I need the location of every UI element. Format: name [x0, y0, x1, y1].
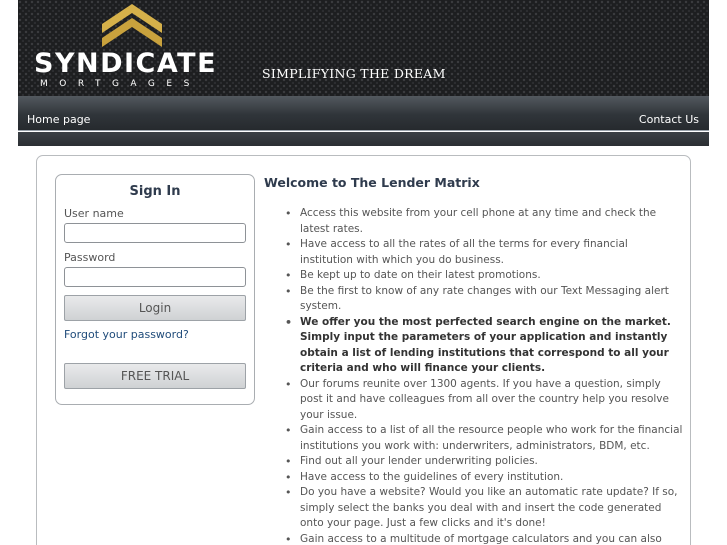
welcome-heading: Welcome to The Lender Matrix [264, 175, 480, 190]
username-input[interactable] [64, 223, 246, 243]
feature-item: Be the first to know of any rate changes… [264, 284, 684, 315]
feature-item: Do you have a website? Would you like an… [264, 485, 684, 532]
feature-list: Access this website from your cell phone… [264, 206, 684, 545]
password-input[interactable] [64, 267, 246, 287]
feature-item: Have access to the guidelines of every i… [264, 470, 684, 486]
main-content: Sign In User name Password Login Forgot … [36, 155, 691, 545]
free-trial-button[interactable]: FREE TRIAL [64, 363, 246, 389]
chevron-logo-icon [102, 4, 162, 47]
feature-item: Our forums reunite over 1300 agents. If … [264, 377, 684, 424]
signin-title: Sign In [129, 184, 181, 199]
brand-name: SYNDICATE [34, 48, 218, 79]
forgot-password-link[interactable]: Forgot your password? [64, 328, 189, 341]
brand-subtitle: MORTGAGES [40, 79, 201, 89]
signin-panel: Sign In User name Password Login Forgot … [55, 174, 255, 405]
feature-item: Gain access to a multitude of mortgage c… [264, 532, 684, 545]
feature-item: Gain access to a list of all the resourc… [264, 423, 684, 454]
feature-item-highlight: We offer you the most perfected search e… [264, 315, 684, 377]
nav-bar: Home page Contact Us [18, 96, 709, 131]
tagline: SIMPLIFYING THE DREAM [262, 66, 446, 81]
page-frame: SYNDICATE MORTGAGES SIMPLIFYING THE DREA… [18, 0, 709, 545]
feature-item: Access this website from your cell phone… [264, 206, 684, 237]
feature-item: Have access to all the rates of all the … [264, 237, 684, 268]
username-label: User name [64, 207, 124, 220]
login-button[interactable]: Login [64, 295, 246, 321]
nav-home-link[interactable]: Home page [27, 113, 90, 126]
feature-item: Find out all your lender underwriting po… [264, 454, 684, 470]
nav-underbar [18, 132, 709, 146]
site-header: SYNDICATE MORTGAGES SIMPLIFYING THE DREA… [18, 0, 709, 96]
password-label: Password [64, 251, 116, 264]
nav-contact-link[interactable]: Contact Us [639, 113, 699, 126]
feature-item: Be kept up to date on their latest promo… [264, 268, 684, 284]
